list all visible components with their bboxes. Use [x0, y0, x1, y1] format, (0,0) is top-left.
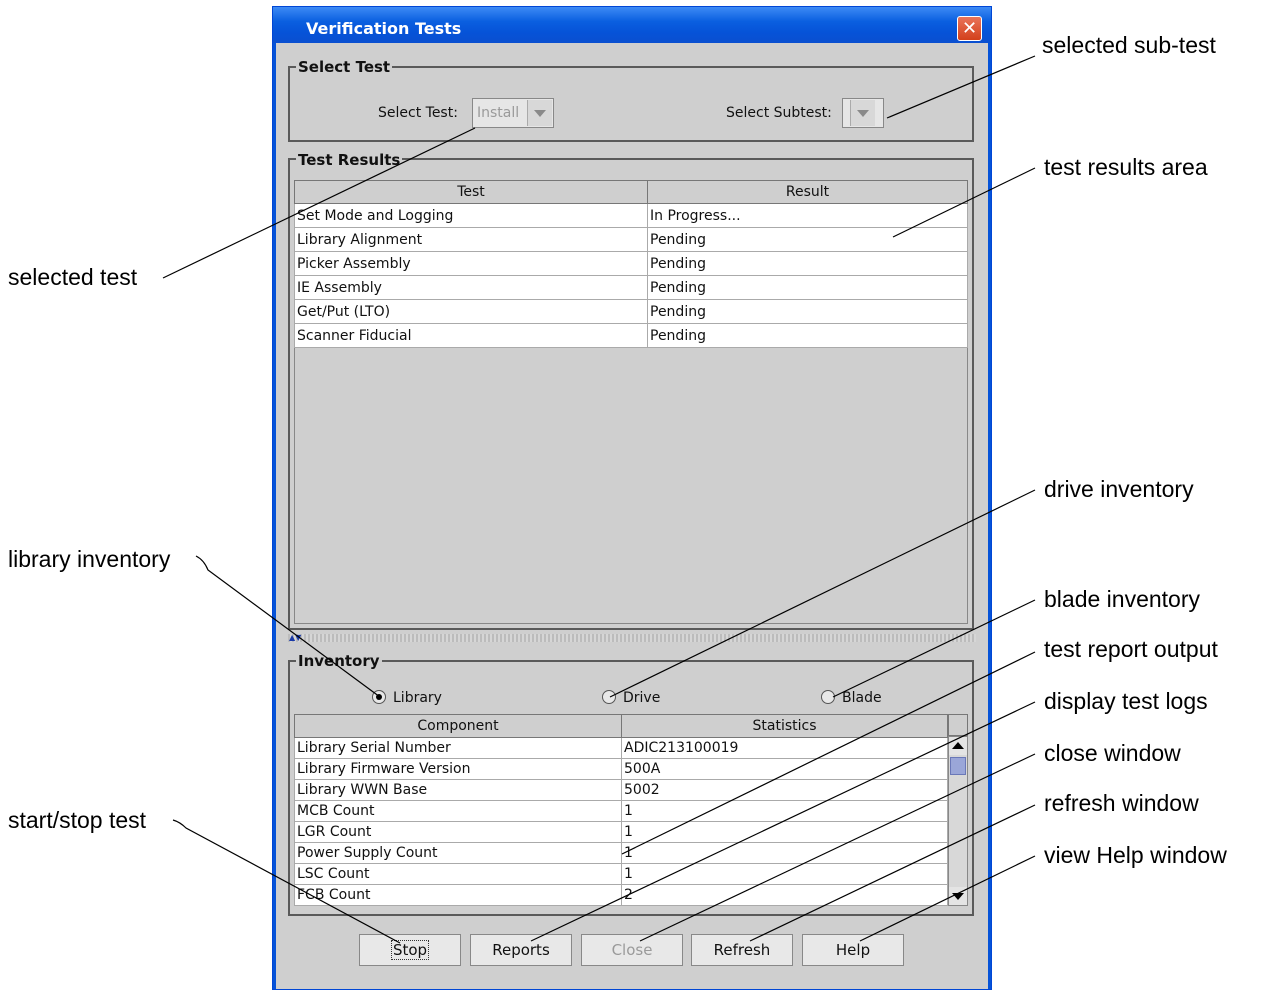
radio-library[interactable]	[372, 690, 386, 704]
component-stat: 1	[621, 863, 948, 885]
split-pane-divider[interactable]	[288, 634, 976, 642]
close-button[interactable]: Close	[581, 934, 683, 966]
component-name: FCB Count	[294, 884, 622, 906]
callout-refresh-window: refresh window	[1044, 790, 1199, 816]
component-stat: 500A	[621, 758, 948, 780]
chevron-down-icon[interactable]	[527, 100, 552, 126]
callout-start-stop-test: start/stop test	[8, 807, 147, 833]
component-name: Power Supply Count	[294, 842, 622, 864]
callout-test-report-output: test report output	[1044, 636, 1218, 662]
table-row[interactable]: Set Mode and Logging In Progress...	[294, 203, 968, 228]
callout-library-inventory: library inventory	[8, 546, 171, 572]
column-header-statistics[interactable]: Statistics	[621, 714, 948, 738]
select-test-label: Select Test:	[378, 105, 458, 121]
component-name: Library Serial Number	[294, 737, 622, 759]
select-subtest-label: Select Subtest:	[726, 105, 832, 121]
test-results-group-title: Test Results	[296, 151, 403, 169]
help-button[interactable]: Help	[802, 934, 904, 966]
table-row[interactable]: Picker Assembly Pending	[294, 251, 968, 276]
inventory-table: Component Statistics Library Serial Numb…	[294, 714, 948, 906]
table-row[interactable]: Power Supply Count 1	[294, 842, 948, 864]
table-header-corner	[948, 714, 968, 736]
radio-blade-label[interactable]: Blade	[842, 690, 882, 706]
scroll-down-icon[interactable]	[949, 887, 967, 905]
test-result: Pending	[647, 323, 968, 348]
component-stat: 2	[621, 884, 948, 906]
reports-button[interactable]: Reports	[470, 934, 572, 966]
table-row[interactable]: LSC Count 1	[294, 863, 948, 885]
test-name: Picker Assembly	[294, 251, 648, 276]
component-stat: 1	[621, 800, 948, 822]
radio-drive-label[interactable]: Drive	[623, 690, 660, 706]
collapse-arrows-icon[interactable]: ▲▼	[289, 634, 301, 642]
table-row[interactable]: Library Firmware Version 500A	[294, 758, 948, 780]
callout-drive-inventory: drive inventory	[1044, 476, 1194, 502]
callout-test-results-area: test results area	[1044, 154, 1208, 180]
component-stat: 1	[621, 821, 948, 843]
callout-view-help-window: view Help window	[1044, 842, 1227, 868]
test-name: Set Mode and Logging	[294, 203, 648, 228]
select-subtest-combo[interactable]	[842, 98, 884, 128]
test-name: Get/Put (LTO)	[294, 299, 648, 324]
table-row[interactable]: LGR Count 1	[294, 821, 948, 843]
table-row[interactable]: Library Serial Number ADIC213100019	[294, 737, 948, 759]
callout-display-test-logs: display test logs	[1044, 688, 1208, 714]
refresh-button[interactable]: Refresh	[691, 934, 793, 966]
component-stat: 1	[621, 842, 948, 864]
chevron-down-icon[interactable]	[850, 100, 875, 126]
inventory-group-title: Inventory	[296, 652, 382, 670]
test-result: Pending	[647, 275, 968, 300]
stop-button-label: Stop	[390, 940, 430, 960]
test-result: Pending	[647, 251, 968, 276]
test-results-table: Test Result Set Mode and Logging In Progr…	[294, 180, 968, 348]
column-header-test[interactable]: Test	[294, 180, 648, 204]
title-bar[interactable]: Verification Tests ✕	[273, 7, 991, 43]
column-header-result[interactable]: Result	[647, 180, 968, 204]
component-name: LGR Count	[294, 821, 622, 843]
select-test-group-title: Select Test	[296, 58, 393, 76]
test-name: Scanner Fiducial	[294, 323, 648, 348]
radio-library-label[interactable]: Library	[393, 690, 442, 706]
test-name: Library Alignment	[294, 227, 648, 252]
component-name: LSC Count	[294, 863, 622, 885]
scroll-up-icon[interactable]	[949, 737, 967, 755]
select-test-combo[interactable]: Install	[472, 98, 554, 128]
component-name: MCB Count	[294, 800, 622, 822]
table-row[interactable]: Scanner Fiducial Pending	[294, 323, 968, 348]
test-result: In Progress...	[647, 203, 968, 228]
scroll-thumb[interactable]	[950, 757, 966, 775]
table-row[interactable]: IE Assembly Pending	[294, 275, 968, 300]
table-row[interactable]: Library WWN Base 5002	[294, 779, 948, 801]
window-title: Verification Tests	[306, 19, 462, 38]
table-row[interactable]: Library Alignment Pending	[294, 227, 968, 252]
radio-blade[interactable]	[821, 690, 835, 704]
window-border-left	[273, 43, 276, 989]
radio-drive[interactable]	[602, 690, 616, 704]
stop-button[interactable]: Stop	[359, 934, 461, 966]
table-row[interactable]: FCB Count 2	[294, 884, 948, 906]
inventory-scrollbar[interactable]	[948, 736, 968, 906]
test-name: IE Assembly	[294, 275, 648, 300]
test-result: Pending	[647, 299, 968, 324]
component-stat: ADIC213100019	[621, 737, 948, 759]
table-row[interactable]: Get/Put (LTO) Pending	[294, 299, 968, 324]
component-name: Library Firmware Version	[294, 758, 622, 780]
component-stat: 5002	[621, 779, 948, 801]
component-name: Library WWN Base	[294, 779, 622, 801]
callout-close-window: close window	[1044, 740, 1181, 766]
callout-blade-inventory: blade inventory	[1044, 586, 1200, 612]
close-icon[interactable]: ✕	[957, 16, 982, 41]
window-border-right	[988, 43, 991, 989]
table-row[interactable]: MCB Count 1	[294, 800, 948, 822]
column-header-component[interactable]: Component	[294, 714, 622, 738]
callout-selected-test: selected test	[8, 264, 138, 290]
select-test-value: Install	[477, 105, 520, 121]
callout-selected-subtest: selected sub-test	[1042, 32, 1216, 58]
test-result: Pending	[647, 227, 968, 252]
